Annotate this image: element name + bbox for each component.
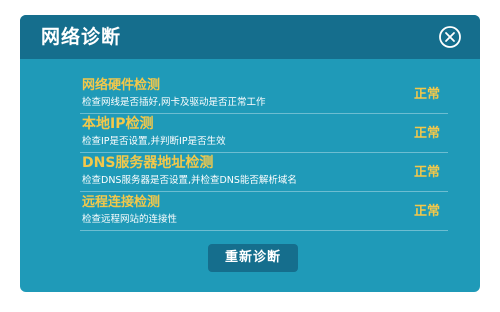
rediagnose-button[interactable]: 重新诊断: [208, 244, 298, 272]
network-diagnosis-dialog: 网络诊断 网络硬件检测 检查网线是否插好,网卡及驱动是否正常工作 正常 本地IP…: [20, 15, 480, 292]
diagnosis-item-title: 远程连接检测: [82, 195, 161, 210]
diagnosis-item-status: 正常: [413, 204, 440, 219]
diagnosis-item-status: 正常: [413, 165, 440, 180]
diagnosis-item-status: 正常: [413, 87, 440, 102]
dialog-title: 网络诊断: [41, 26, 122, 48]
close-circle-icon: [439, 26, 461, 48]
dialog-titlebar: 网络诊断: [20, 15, 480, 59]
close-button[interactable]: [438, 25, 462, 49]
diagnosis-item-title: 本地IP检测: [82, 116, 154, 132]
diagnosis-item-dns: DNS服务器地址检测 检查DNS服务器是否设置,并检查DNS能否解析域名 正常: [80, 153, 448, 192]
diagnosis-list: 网络硬件检测 检查网线是否插好,网卡及驱动是否正常工作 正常 本地IP检测 检查…: [80, 75, 448, 231]
diagnosis-item-local-ip: 本地IP检测 检查IP是否设置,并判断IP是否生效 正常: [80, 114, 448, 153]
diagnosis-item-hardware: 网络硬件检测 检查网线是否插好,网卡及驱动是否正常工作 正常: [80, 75, 448, 114]
diagnosis-item-description: 检查IP是否设置,并判断IP是否生效: [82, 136, 226, 147]
diagnosis-item-description: 检查远程网站的连接性: [82, 214, 178, 225]
diagnosis-item-title: 网络硬件检测: [82, 78, 161, 93]
diagnosis-item-title: DNS服务器地址检测: [82, 155, 214, 171]
diagnosis-item-remote: 远程连接检测 检查远程网站的连接性 正常: [80, 192, 448, 231]
diagnosis-item-description: 检查DNS服务器是否设置,并检查DNS能否解析域名: [82, 175, 297, 186]
diagnosis-item-status: 正常: [413, 126, 440, 141]
diagnosis-item-description: 检查网线是否插好,网卡及驱动是否正常工作: [82, 97, 266, 108]
